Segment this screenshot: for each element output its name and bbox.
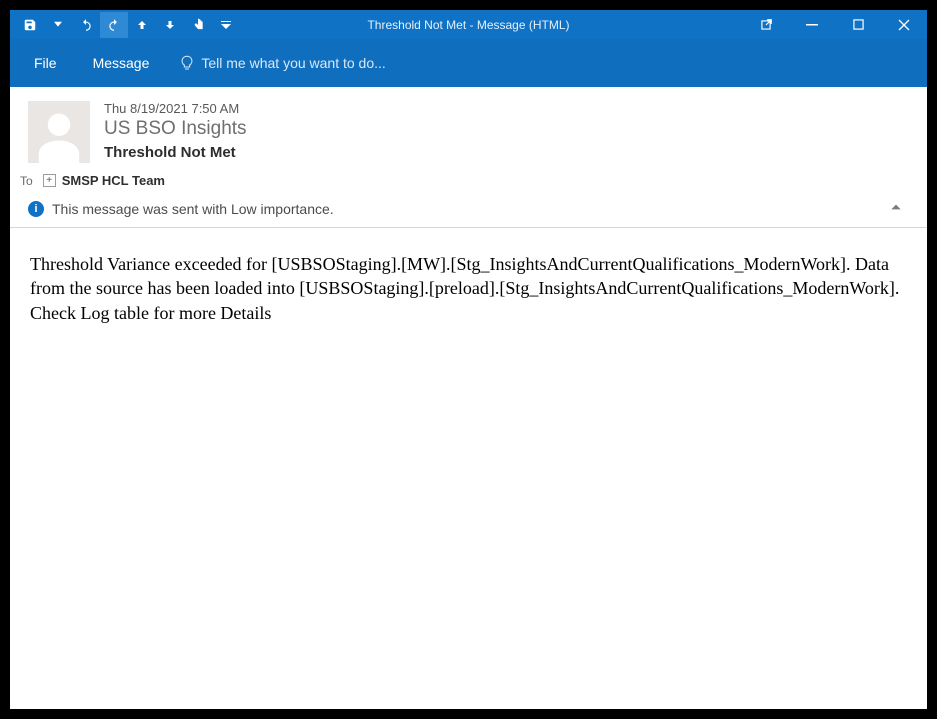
header-fields: Thu 8/19/2021 7:50 AM US BSO Insights Th… xyxy=(104,101,909,163)
chevron-up-icon xyxy=(889,200,903,214)
undo-button[interactable] xyxy=(72,12,100,38)
save-icon xyxy=(23,18,37,32)
body-text: Threshold Variance exceeded for [USBSOSt… xyxy=(30,254,899,323)
dropdown-icon xyxy=(54,18,62,32)
lightbulb-icon xyxy=(179,55,195,71)
redo-icon xyxy=(107,18,121,32)
maximize-button[interactable] xyxy=(835,10,881,39)
maximize-icon xyxy=(853,19,864,30)
quick-access-toolbar xyxy=(10,12,240,38)
next-item-button[interactable] xyxy=(156,12,184,38)
popout-button[interactable] xyxy=(743,10,789,39)
window-controls xyxy=(743,10,927,39)
customize-qat-button[interactable] xyxy=(212,12,240,38)
redo-button[interactable] xyxy=(100,12,128,38)
file-tab[interactable]: File xyxy=(16,45,75,81)
ribbon: File Message Tell me what you want to do… xyxy=(10,39,927,87)
collapse-header-button[interactable] xyxy=(889,200,909,217)
title-bar: Threshold Not Met - Message (HTML) xyxy=(10,10,927,39)
qat-spacer[interactable] xyxy=(44,12,72,38)
tell-me-search[interactable]: Tell me what you want to do... xyxy=(167,39,397,87)
touch-mode-button[interactable] xyxy=(184,12,212,38)
person-icon xyxy=(32,109,86,163)
to-label: To xyxy=(20,174,33,188)
outlook-message-window: Threshold Not Met - Message (HTML) File … xyxy=(10,10,927,709)
recipients-row: To + SMSP HCL Team xyxy=(10,167,927,194)
message-tab[interactable]: Message xyxy=(75,45,168,81)
up-arrow-icon xyxy=(136,19,148,31)
importance-text: This message was sent with Low importanc… xyxy=(52,201,334,217)
save-button[interactable] xyxy=(16,12,44,38)
popout-icon xyxy=(759,18,773,32)
hand-icon xyxy=(191,18,205,32)
importance-bar: i This message was sent with Low importa… xyxy=(10,194,927,227)
expand-recipients-button[interactable]: + xyxy=(43,174,56,187)
message-sender: US BSO Insights xyxy=(104,118,909,140)
minimize-button[interactable] xyxy=(789,10,835,39)
chevron-down-icon xyxy=(221,20,231,30)
minimize-icon xyxy=(806,19,818,31)
message-body[interactable]: Threshold Variance exceeded for [USBSOSt… xyxy=(10,228,927,709)
sender-avatar xyxy=(28,101,90,163)
close-button[interactable] xyxy=(881,10,927,39)
prev-item-button[interactable] xyxy=(128,12,156,38)
recipient-name: SMSP HCL Team xyxy=(62,173,165,188)
close-icon xyxy=(898,19,910,31)
tell-me-placeholder: Tell me what you want to do... xyxy=(201,55,385,71)
message-subject: Threshold Not Met xyxy=(104,144,909,161)
info-icon: i xyxy=(28,201,44,217)
window-title: Threshold Not Met - Message (HTML) xyxy=(367,18,569,32)
message-header: Thu 8/19/2021 7:50 AM US BSO Insights Th… xyxy=(10,87,927,167)
down-arrow-icon xyxy=(164,19,176,31)
message-date: Thu 8/19/2021 7:50 AM xyxy=(104,101,909,116)
undo-icon xyxy=(79,18,93,32)
